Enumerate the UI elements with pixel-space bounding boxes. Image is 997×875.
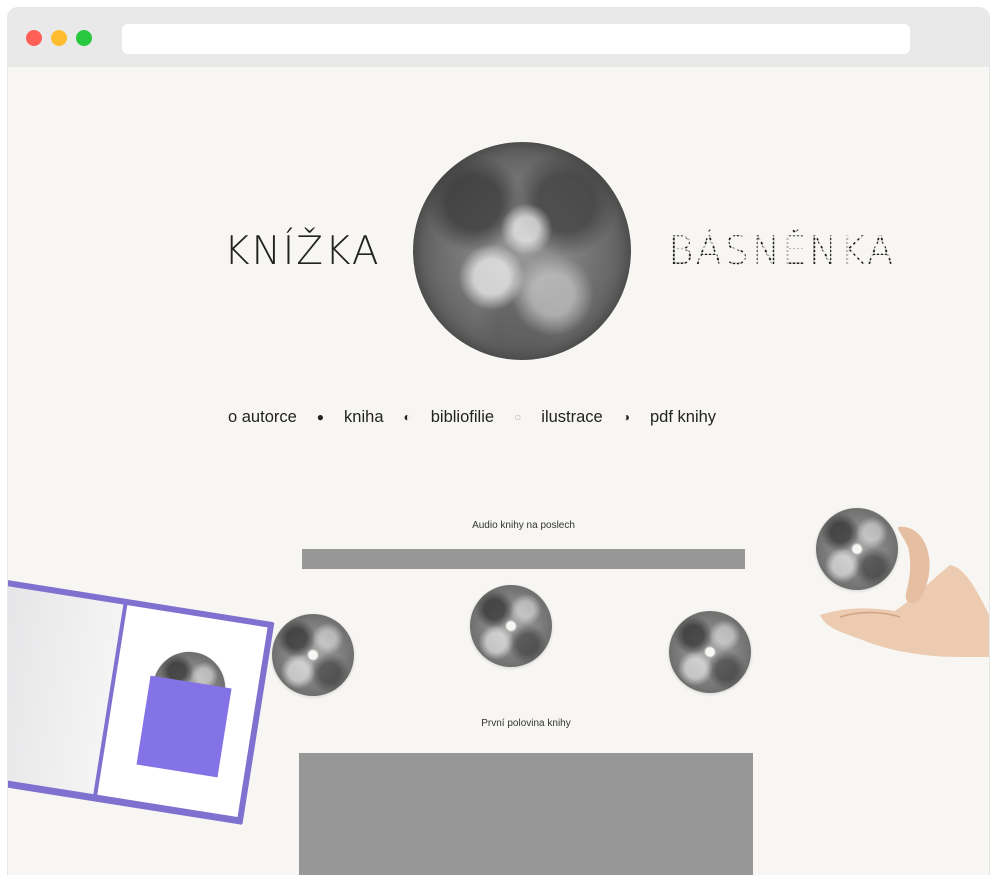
half-book-section-title: První polovina knihy	[481, 718, 571, 729]
cd-disc-image	[816, 508, 898, 590]
cd-disc-image	[669, 611, 751, 693]
main-navigation: o autorce ● kniha ◐ bibliofilie ○ ilustr…	[228, 405, 716, 429]
maximize-window-button[interactable]	[76, 30, 92, 46]
browser-window: KNÍŽKA BÁSNĚNKA o autorce ● kniha ◐ bibl…	[8, 8, 989, 875]
page-content: KNÍŽKA BÁSNĚNKA o autorce ● kniha ◐ bibl…	[8, 67, 989, 875]
new-moon-separator-icon: ○	[514, 410, 522, 424]
nav-item-kniha[interactable]: kniha	[344, 408, 383, 427]
video-player[interactable]	[299, 753, 753, 875]
browser-titlebar	[8, 8, 989, 67]
minimize-window-button[interactable]	[51, 30, 67, 46]
moon-illustration	[413, 142, 631, 360]
close-window-button[interactable]	[26, 30, 42, 46]
brand-title-left: KNÍŽKA	[224, 229, 381, 274]
cd-disc-image	[470, 585, 552, 667]
address-bar[interactable]	[122, 24, 910, 54]
audio-section-title: Audio knihy na poslech	[472, 520, 575, 531]
half-moon-separator-icon: ◐	[403, 410, 411, 424]
brand-title-right: BÁSNĚNKA	[668, 229, 896, 274]
quarter-moon-separator-icon: ◑	[622, 410, 630, 424]
nav-item-ilustrace[interactable]: ilustrace	[541, 408, 602, 427]
open-book-image	[8, 577, 289, 857]
nav-item-bibliofilie[interactable]: bibliofilie	[431, 408, 494, 427]
cd-sleeve	[136, 675, 232, 778]
nav-item-pdf-knihy[interactable]: pdf knihy	[650, 408, 716, 427]
audio-player[interactable]	[302, 549, 745, 569]
full-moon-separator-icon: ●	[316, 410, 325, 424]
nav-item-o-autorce[interactable]: o autorce	[228, 408, 297, 427]
